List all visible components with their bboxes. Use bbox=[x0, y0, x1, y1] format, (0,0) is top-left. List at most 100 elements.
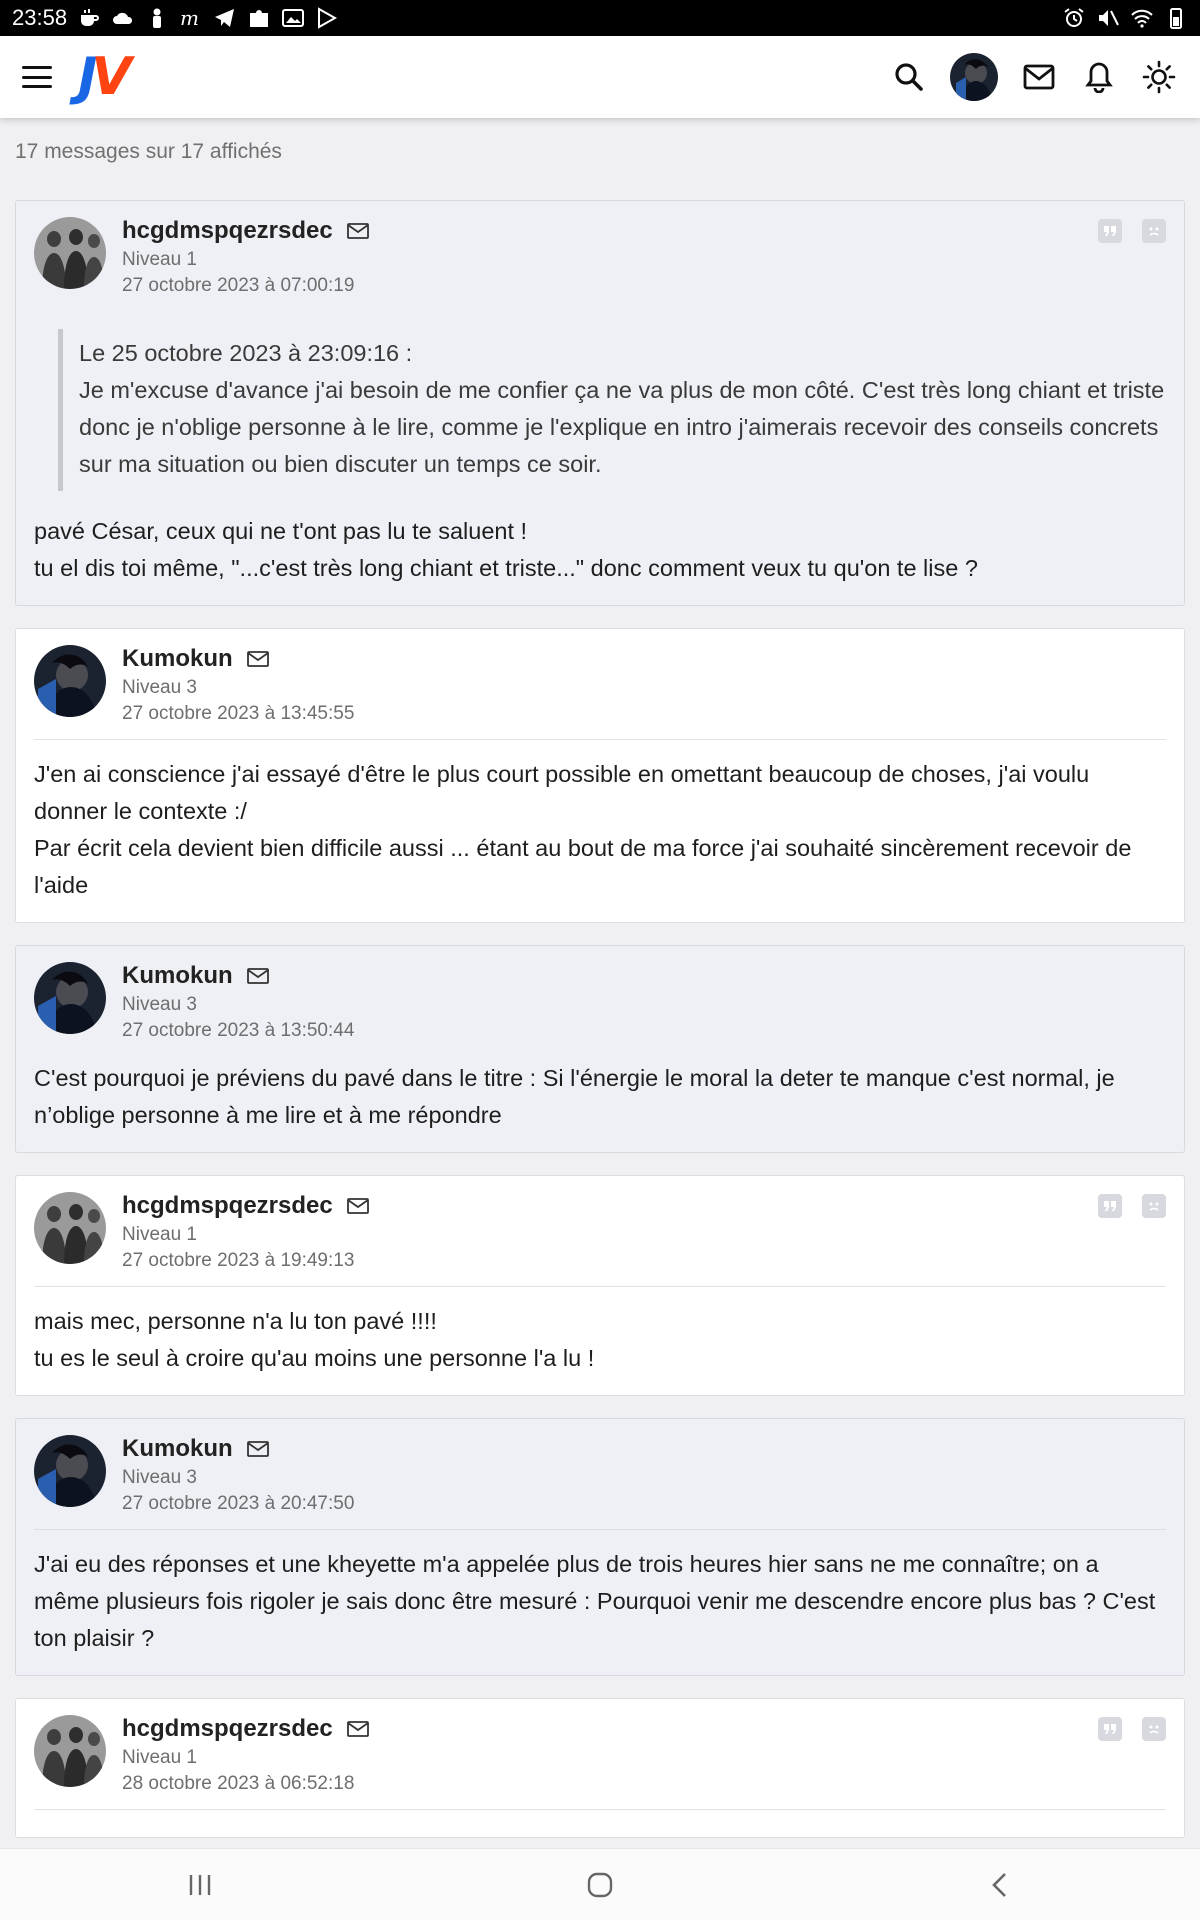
post: hcgdmspqezrsdec Niveau 1 27 octobre 2023… bbox=[15, 200, 1185, 606]
message-count: 17 messages sur 17 affichés bbox=[15, 140, 282, 163]
post: Kumokun Niveau 3 27 octobre 2023 à 20:47… bbox=[15, 1418, 1185, 1676]
back-icon[interactable] bbox=[970, 1860, 1030, 1910]
post-line: tu es le seul à croire qu'au moins une p… bbox=[34, 1345, 595, 1371]
post-date[interactable]: 27 octobre 2023 à 20:47:50 bbox=[122, 1493, 354, 1515]
post-header: Kumokun Niveau 3 27 octobre 2023 à 20:47… bbox=[34, 1435, 1166, 1515]
battery-icon bbox=[1170, 8, 1182, 29]
jv-logo[interactable]: JV bbox=[78, 51, 132, 103]
avatar[interactable] bbox=[34, 1192, 106, 1264]
menu-icon[interactable] bbox=[22, 66, 52, 88]
author-line: hcgdmspqezrsdec bbox=[122, 1192, 369, 1220]
divider bbox=[34, 1529, 1166, 1530]
post: Kumokun Niveau 3 27 octobre 2023 à 13:45… bbox=[15, 628, 1185, 923]
post-header: hcgdmspqezrsdec Niveau 1 28 octobre 2023… bbox=[34, 1715, 1166, 1795]
header-left: JV bbox=[22, 51, 132, 103]
recent-apps-icon[interactable] bbox=[170, 1860, 230, 1910]
author-name[interactable]: hcgdmspqezrsdec bbox=[122, 217, 333, 245]
divider bbox=[34, 739, 1166, 740]
private-message-icon[interactable] bbox=[246, 968, 269, 984]
post: hcgdmspqezrsdec Niveau 1 27 octobre 2023… bbox=[15, 1175, 1185, 1396]
theme-sun-icon[interactable] bbox=[1140, 58, 1178, 96]
private-message-icon[interactable] bbox=[246, 651, 269, 667]
mail-icon[interactable] bbox=[1020, 58, 1058, 96]
avatar[interactable] bbox=[34, 217, 106, 289]
avatar[interactable] bbox=[34, 1715, 106, 1787]
post-header: hcgdmspqezrsdec Niveau 1 27 octobre 2023… bbox=[34, 1192, 1166, 1272]
post: hcgdmspqezrsdec Niveau 1 28 octobre 2023… bbox=[15, 1698, 1185, 1838]
cup-icon bbox=[81, 9, 100, 26]
author-name[interactable]: Kumokun bbox=[122, 1435, 233, 1463]
post-date[interactable]: 27 octobre 2023 à 13:50:44 bbox=[122, 1020, 354, 1042]
author-level: Niveau 1 bbox=[122, 249, 197, 270]
post-body: J'en ai conscience j'ai essayé d'être le… bbox=[34, 756, 1166, 904]
post-date[interactable]: 27 octobre 2023 à 07:00:19 bbox=[122, 275, 369, 297]
post-line: J'ai eu des réponses et une kheyette m'a… bbox=[34, 1551, 1156, 1651]
status-bar: 23:58 m bbox=[0, 0, 1200, 36]
status-right bbox=[1062, 7, 1188, 29]
author-name[interactable]: Kumokun bbox=[122, 645, 233, 673]
header-right bbox=[890, 53, 1178, 101]
author-block: Kumokun Niveau 3 27 octobre 2023 à 13:50… bbox=[122, 962, 354, 1042]
topic-page: 17 messages sur 17 affichés hcgdmspqezrs… bbox=[0, 118, 1200, 1848]
search-icon[interactable] bbox=[890, 58, 928, 96]
telegram-icon bbox=[215, 9, 235, 27]
report-icon[interactable] bbox=[1142, 1717, 1166, 1741]
status-left: 23:58 m bbox=[12, 5, 339, 31]
private-message-icon[interactable] bbox=[246, 1441, 269, 1457]
person-icon bbox=[153, 8, 162, 28]
author-line: hcgdmspqezrsdec bbox=[122, 1715, 369, 1743]
mute-icon bbox=[1099, 10, 1119, 26]
post-date[interactable]: 28 octobre 2023 à 06:52:18 bbox=[122, 1773, 369, 1795]
post-body: J'ai eu des réponses et une kheyette m'a… bbox=[34, 1546, 1166, 1657]
author-line: Kumokun bbox=[122, 962, 354, 990]
post-actions bbox=[1098, 219, 1166, 243]
post-body: mais mec, personne n'a lu ton pavé !!!! … bbox=[34, 1303, 1166, 1377]
report-icon[interactable] bbox=[1142, 1194, 1166, 1218]
private-message-icon[interactable] bbox=[346, 1198, 369, 1214]
home-icon[interactable] bbox=[570, 1860, 630, 1910]
post-line: C'est pourquoi je préviens du pavé dans … bbox=[34, 1065, 1115, 1128]
author-block: Kumokun Niveau 3 27 octobre 2023 à 20:47… bbox=[122, 1435, 354, 1515]
avatar[interactable] bbox=[34, 962, 106, 1034]
post: Kumokun Niveau 3 27 octobre 2023 à 13:50… bbox=[15, 945, 1185, 1153]
alarm-icon bbox=[1064, 8, 1084, 27]
author-level: Niveau 1 bbox=[122, 1747, 197, 1768]
post-header: hcgdmspqezrsdec Niveau 1 27 octobre 2023… bbox=[34, 217, 1166, 297]
quote-icon[interactable] bbox=[1098, 1717, 1122, 1741]
post-line: tu el dis toi même, "...c'est très long … bbox=[34, 555, 978, 581]
logo-j: J bbox=[78, 47, 98, 107]
post-actions bbox=[1098, 1717, 1166, 1741]
author-name[interactable]: hcgdmspqezrsdec bbox=[122, 1192, 333, 1220]
post-date[interactable]: 27 octobre 2023 à 13:45:55 bbox=[122, 703, 354, 725]
private-message-icon[interactable] bbox=[346, 1721, 369, 1737]
report-icon[interactable] bbox=[1142, 219, 1166, 243]
quote-text: Je m'excuse d'avance j'ai besoin de me c… bbox=[79, 377, 1165, 477]
author-line: Kumokun bbox=[122, 1435, 354, 1463]
avatar[interactable] bbox=[34, 1435, 106, 1507]
author-level: Niveau 3 bbox=[122, 677, 197, 698]
logo-v: V bbox=[91, 47, 131, 107]
quote-icon[interactable] bbox=[1098, 1194, 1122, 1218]
private-message-icon[interactable] bbox=[346, 223, 369, 239]
author-block: hcgdmspqezrsdec Niveau 1 28 octobre 2023… bbox=[122, 1715, 369, 1795]
avatar[interactable] bbox=[34, 645, 106, 717]
quote-header: Le 25 octobre 2023 à 23:09:16 : bbox=[79, 340, 413, 366]
post-body: Le 25 octobre 2023 à 23:09:16 : Je m'exc… bbox=[34, 329, 1166, 587]
author-name[interactable]: hcgdmspqezrsdec bbox=[122, 1715, 333, 1743]
image-icon bbox=[282, 9, 305, 27]
puzzle-icon bbox=[250, 10, 269, 27]
quote-icon[interactable] bbox=[1098, 219, 1122, 243]
author-line: hcgdmspqezrsdec bbox=[122, 217, 369, 245]
post-header: Kumokun Niveau 3 27 octobre 2023 à 13:50… bbox=[34, 962, 1166, 1042]
post-date[interactable]: 27 octobre 2023 à 19:49:13 bbox=[122, 1250, 369, 1272]
user-avatar[interactable] bbox=[950, 53, 998, 101]
author-block: hcgdmspqezrsdec Niveau 1 27 octobre 2023… bbox=[122, 217, 369, 297]
blockquote: Le 25 octobre 2023 à 23:09:16 : Je m'exc… bbox=[58, 329, 1166, 491]
m-app-icon: m bbox=[180, 7, 199, 29]
post-actions bbox=[1098, 1194, 1166, 1218]
divider bbox=[34, 1809, 1166, 1810]
divider bbox=[34, 1286, 1166, 1287]
author-name[interactable]: Kumokun bbox=[122, 962, 233, 990]
author-line: Kumokun bbox=[122, 645, 354, 673]
bell-icon[interactable] bbox=[1080, 58, 1118, 96]
